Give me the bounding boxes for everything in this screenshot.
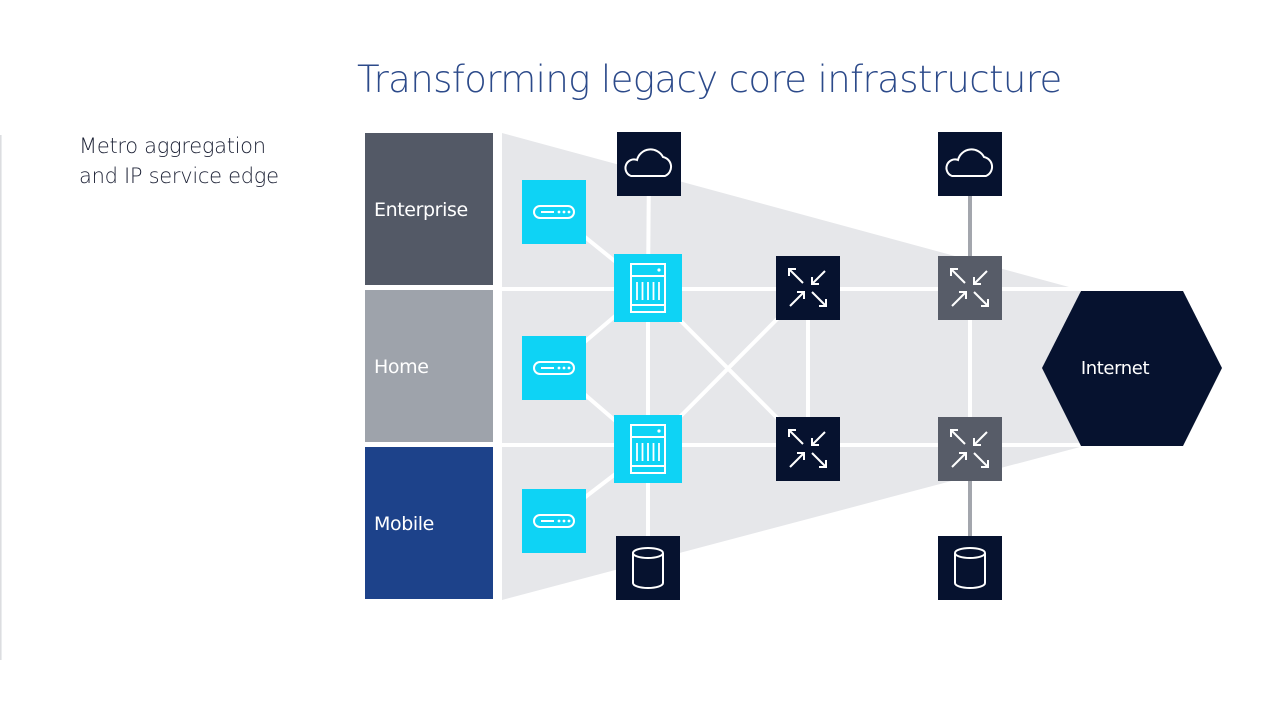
node-db-1[interactable]	[616, 536, 680, 600]
node-cloud-2[interactable]	[938, 132, 1002, 196]
traffic-fan-background	[502, 133, 1080, 600]
database-tile[interactable]	[938, 536, 1002, 600]
segment-home[interactable]: Home	[365, 290, 493, 442]
node-db-2[interactable]	[938, 536, 1002, 600]
network-diagram: Enterprise Home Mobile Internet	[365, 132, 1222, 600]
node-core-1[interactable]	[776, 256, 840, 320]
segment-label: Home	[374, 356, 429, 378]
segment-enterprise[interactable]: Enterprise	[365, 133, 493, 285]
node-access-2[interactable]	[522, 336, 586, 400]
node-core-2[interactable]	[776, 417, 840, 481]
core-router-tile[interactable]	[776, 417, 840, 481]
segment-label: Mobile	[374, 513, 434, 535]
node-access-1[interactable]	[522, 180, 586, 244]
segment-mobile[interactable]: Mobile	[365, 447, 493, 599]
customer-segments: Enterprise Home Mobile	[365, 133, 493, 599]
node-agg-2[interactable]	[614, 415, 682, 483]
internet-label: Internet	[1081, 358, 1150, 379]
node-legacy-2[interactable]	[938, 417, 1002, 481]
legacy-router-tile[interactable]	[938, 256, 1002, 320]
database-tile[interactable]	[616, 536, 680, 600]
node-agg-1[interactable]	[614, 254, 682, 322]
core-router-tile[interactable]	[776, 256, 840, 320]
node-cloud-1[interactable]	[617, 132, 681, 196]
legacy-router-tile[interactable]	[938, 417, 1002, 481]
node-access-3[interactable]	[522, 489, 586, 553]
node-legacy-1[interactable]	[938, 256, 1002, 320]
segment-label: Enterprise	[374, 199, 468, 221]
